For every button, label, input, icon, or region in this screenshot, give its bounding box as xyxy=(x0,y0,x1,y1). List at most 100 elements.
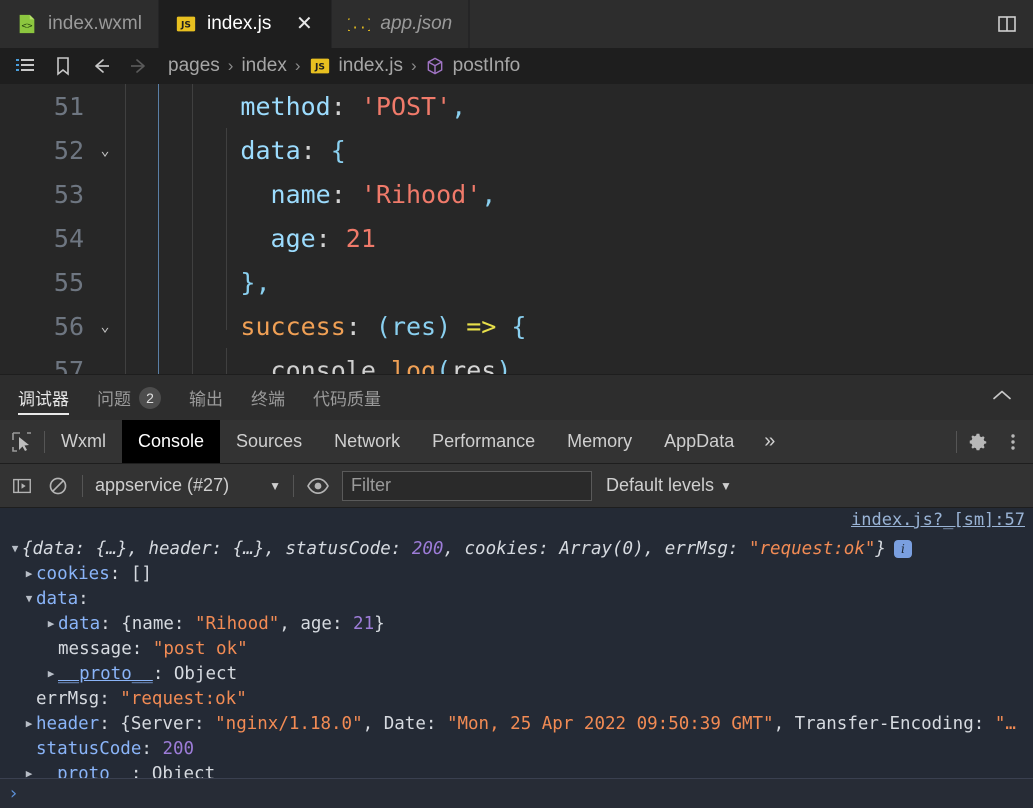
code-line: 53 name: 'Rihood', xyxy=(0,172,1033,216)
breadcrumb-separator: › xyxy=(410,56,417,75)
disclosure-triangle-icon[interactable]: ▶ xyxy=(44,667,58,680)
clear-console-icon[interactable] xyxy=(40,464,76,507)
log-tree-row[interactable]: ▼ data: xyxy=(0,586,1033,611)
log-tree-row[interactable]: ▶ data: {name: "Rihood", age: 21} xyxy=(0,611,1033,636)
log-token: } xyxy=(875,538,886,559)
disclosure-triangle-icon[interactable]: ▶ xyxy=(22,567,36,580)
chevron-up-icon[interactable] xyxy=(991,388,1013,407)
more-vertical-icon[interactable] xyxy=(999,431,1027,453)
log-token: "nginx/1.18.0" xyxy=(215,713,363,734)
panel-tab-4[interactable]: 代码质量 xyxy=(299,375,395,420)
editor-tab-index-wxml[interactable]: <> index.wxml xyxy=(0,0,159,48)
source-link[interactable]: index.js?_[sm]:57 xyxy=(851,510,1025,530)
log-token: {data: {…}, header: {…}, statusCode: xyxy=(22,538,412,559)
breadcrumb-item-pages[interactable]: pages xyxy=(168,55,220,77)
svg-text:JS: JS xyxy=(180,20,191,31)
log-tree-row[interactable]: statusCode: 200 xyxy=(0,736,1033,761)
more-tabs-button[interactable]: » xyxy=(750,420,789,463)
panel-tab-0[interactable]: 调试器 xyxy=(18,375,83,420)
log-token: : Object xyxy=(130,763,216,779)
code-token: success xyxy=(240,311,346,341)
breadcrumb-item-index-js[interactable]: JS index.js xyxy=(309,55,403,77)
log-token: : [] xyxy=(109,563,152,584)
breadcrumb-item-label: index xyxy=(241,55,287,76)
svg-text:{..}: {..} xyxy=(348,18,370,33)
log-token: , cookies: Array(0), errMsg: xyxy=(443,538,749,559)
code-line-text: console.log(res) xyxy=(120,356,1033,375)
code-line: 56 ⌄ success: (res) => { xyxy=(0,304,1033,348)
log-token: "request:ok" xyxy=(120,688,247,709)
bookmark-icon[interactable] xyxy=(44,50,82,82)
console-output[interactable]: index.js?_[sm]:57 ▼ {data: {…}, header: {… xyxy=(0,508,1033,778)
code-token: : xyxy=(330,179,361,209)
editor-tab-index-js[interactable]: JS index.js ✕ xyxy=(158,0,333,48)
code-token: : xyxy=(300,135,331,165)
line-number: 54 xyxy=(53,223,84,253)
wxml-file-icon: <> xyxy=(16,13,38,35)
panel-tab-label: 代码质量 xyxy=(313,390,381,409)
devtools-tab-memory[interactable]: Memory xyxy=(551,420,648,463)
breadcrumb-path: pages › index › JS index.js › postInfo xyxy=(168,55,520,77)
disclosure-triangle-icon[interactable]: ▶ xyxy=(44,617,58,630)
breadcrumb: pages › index › JS index.js › postInfo xyxy=(0,48,1033,84)
breadcrumb-item-postInfo[interactable]: postInfo xyxy=(425,55,521,77)
log-tree-row[interactable]: ▶ __proto__: Object xyxy=(0,761,1033,779)
info-badge[interactable]: i xyxy=(893,539,912,558)
disclosure-triangle-icon[interactable]: ▶ xyxy=(22,767,36,778)
log-token: errMsg xyxy=(36,688,100,709)
fold-chevron-icon[interactable]: ⌄ xyxy=(90,317,120,335)
filter-input[interactable] xyxy=(341,470,592,501)
log-level-selector[interactable]: Default levels ▼ xyxy=(606,475,732,496)
log-entry-tree: ▼ {data: {…}, header: {…}, statusCode: 20… xyxy=(0,536,1033,779)
breadcrumb-item-index[interactable]: index xyxy=(241,55,286,77)
code-token: 21 xyxy=(345,223,376,253)
log-token: data xyxy=(58,613,101,634)
code-token: data xyxy=(240,135,301,165)
console-context-selector[interactable]: appservice (#27) ▼ xyxy=(89,475,287,496)
editor-tab-bar: <> index.wxml JS index.js ✕ {..} app.json xyxy=(0,0,1033,48)
show-console-sidebar-icon[interactable] xyxy=(4,464,40,507)
breadcrumb-item-label: postInfo xyxy=(452,55,521,76)
log-tree-row[interactable]: ▶ __proto__: Object xyxy=(0,661,1033,686)
devtools-tab-sources[interactable]: Sources xyxy=(220,420,318,463)
log-token: : {Server: xyxy=(99,713,216,734)
inspect-element-icon[interactable] xyxy=(0,430,44,454)
close-icon[interactable]: ✕ xyxy=(293,13,315,35)
code-token: , xyxy=(451,91,467,121)
log-tree-row[interactable]: ▶ header: {Server: "nginx/1.18.0", Date: … xyxy=(0,711,1033,736)
split-editor-icon[interactable] xyxy=(995,12,1019,36)
outline-list-icon[interactable] xyxy=(6,50,44,82)
disclosure-triangle-icon[interactable]: ▼ xyxy=(22,592,36,605)
gear-icon[interactable] xyxy=(957,431,999,453)
devtools-tab-network[interactable]: Network xyxy=(318,420,416,463)
log-tree-row[interactable]: errMsg: "request:ok" xyxy=(0,686,1033,711)
arrow-left-icon[interactable] xyxy=(82,50,120,82)
chevron-down-icon: ▼ xyxy=(269,478,281,493)
code-editor[interactable]: 51 method: 'POST', 52 ⌄ data: {53 name: 'R… xyxy=(0,84,1033,374)
panel-tab-3[interactable]: 终端 xyxy=(237,375,299,420)
devtools-tab-performance[interactable]: Performance xyxy=(416,420,551,463)
console-prompt[interactable]: › xyxy=(0,778,1033,808)
panel-tab-1[interactable]: 问题 2 xyxy=(83,375,175,420)
code-token: , xyxy=(255,267,271,297)
disclosure-triangle-icon[interactable]: ▶ xyxy=(22,717,36,730)
log-tree-row[interactable]: ▼ {data: {…}, header: {…}, statusCode: 20… xyxy=(0,536,1033,561)
code-token: age xyxy=(270,223,316,253)
log-token: 21 xyxy=(353,613,375,634)
devtools-tab-appdata[interactable]: AppData xyxy=(648,420,750,463)
disclosure-triangle-icon[interactable]: ▼ xyxy=(8,542,22,555)
code-line-text: method: 'POST', xyxy=(120,92,1033,121)
live-expression-eye-icon[interactable] xyxy=(300,464,336,507)
log-token: : xyxy=(131,638,153,659)
editor-tab-app-json[interactable]: {..} app.json xyxy=(332,0,470,48)
devtools-tab-label: Wxml xyxy=(61,431,106,451)
fold-chevron-icon[interactable]: ⌄ xyxy=(90,141,120,159)
panel-tab-2[interactable]: 输出 xyxy=(175,375,237,420)
code-token: method xyxy=(240,91,331,121)
devtools-tab-console[interactable]: Console xyxy=(121,420,221,463)
log-tree-row[interactable]: ▶ cookies: [] xyxy=(0,561,1033,586)
log-tree-row[interactable]: message: "post ok" xyxy=(0,636,1033,661)
devtools-tab-wxml[interactable]: Wxml xyxy=(45,420,122,463)
